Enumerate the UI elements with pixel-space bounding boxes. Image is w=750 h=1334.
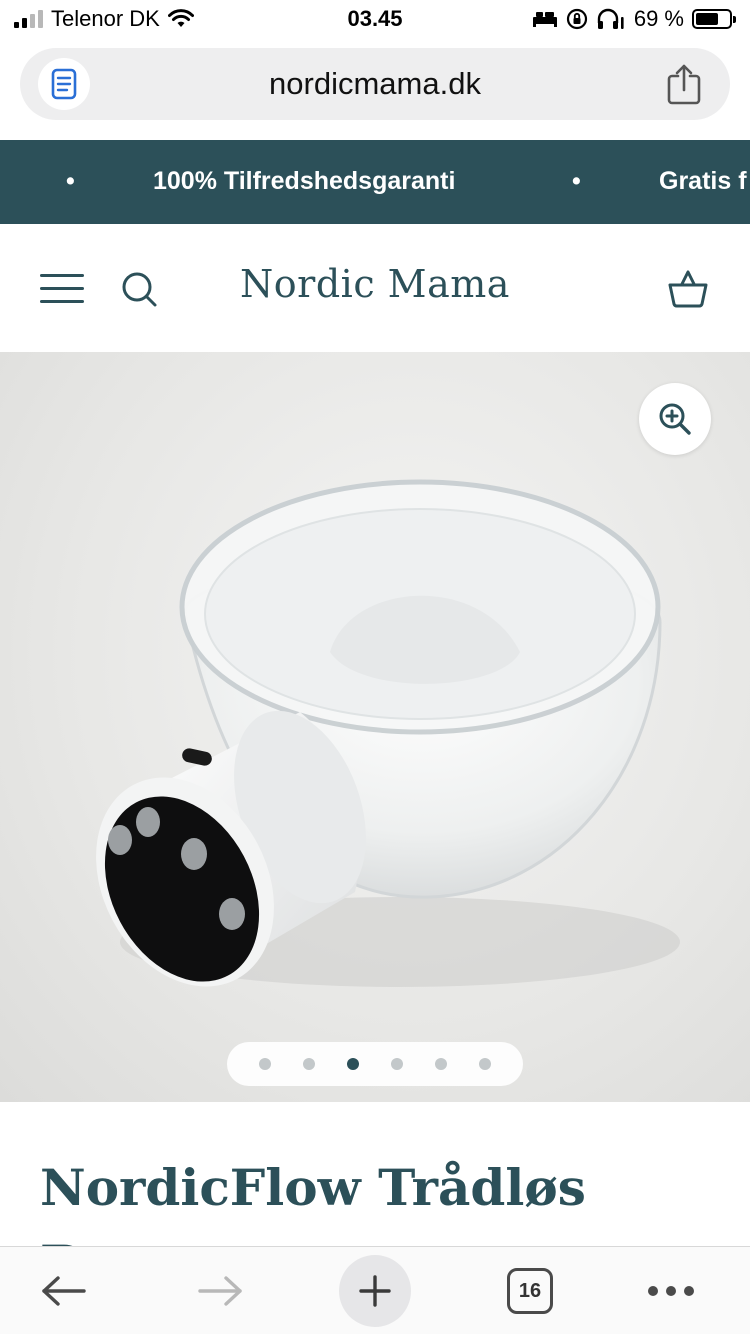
announcement-bullet: • — [572, 167, 581, 195]
gallery-dot[interactable] — [391, 1058, 403, 1070]
address-bar[interactable]: nordicmama.dk — [20, 48, 730, 120]
sleep-bed-icon — [532, 12, 557, 27]
forward-button[interactable] — [190, 1257, 250, 1325]
gallery-dot[interactable] — [347, 1058, 359, 1070]
product-image-gallery[interactable] — [0, 352, 750, 1102]
tabs-button[interactable]: 16 — [500, 1257, 560, 1325]
more-dots-icon — [648, 1286, 694, 1296]
announcement-bar: • 100% Tilfredshedsgaranti • Gratis f — [0, 140, 750, 224]
forward-arrow-icon — [198, 1276, 242, 1306]
tab-count: 16 — [507, 1268, 553, 1314]
zoom-in-icon — [659, 403, 691, 435]
gallery-pagination — [227, 1042, 523, 1086]
announcement-text: 100% Tilfredshedsgaranti — [153, 167, 456, 195]
gallery-dot[interactable] — [479, 1058, 491, 1070]
headphones-icon — [597, 8, 624, 29]
battery-fill — [696, 13, 719, 25]
back-arrow-icon — [42, 1276, 86, 1306]
browser-toolbar: 16 — [0, 1246, 750, 1334]
breast-pump-photo — [96, 479, 680, 987]
gallery-dot[interactable] — [259, 1058, 271, 1070]
url-text[interactable]: nordicmama.dk — [20, 66, 730, 102]
new-tab-button[interactable] — [339, 1255, 411, 1327]
battery-icon — [692, 9, 736, 29]
plus-icon — [359, 1275, 391, 1307]
status-right: 69 % — [532, 6, 736, 32]
battery-percent: 69 % — [633, 6, 684, 31]
basket-icon[interactable] — [666, 266, 710, 310]
announcement-text: Gratis f — [659, 167, 747, 195]
announcement-bullet: • — [66, 167, 75, 195]
gallery-dot[interactable] — [435, 1058, 447, 1070]
share-icon[interactable] — [664, 62, 704, 106]
back-button[interactable] — [34, 1257, 94, 1325]
status-bar: Telenor DK 03.45 69 % — [0, 0, 750, 40]
store-header: Nordic Mama — [0, 224, 750, 352]
orientation-lock-icon — [566, 8, 587, 30]
more-button[interactable] — [640, 1257, 702, 1325]
gallery-dot[interactable] — [303, 1058, 315, 1070]
brand-logo[interactable]: Nordic Mama — [0, 262, 750, 306]
zoom-button[interactable] — [639, 383, 711, 455]
